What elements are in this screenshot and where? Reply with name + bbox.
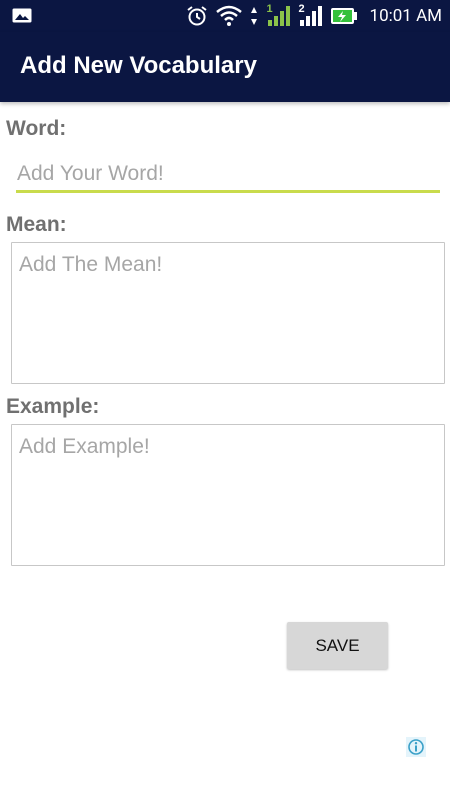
example-textarea[interactable] [11,424,445,566]
ad-info-button[interactable] [406,737,426,757]
page-title: Add New Vocabulary [20,52,257,79]
example-label: Example: [6,395,100,418]
sim1-label: 1 [266,3,273,15]
signal-sim1-icon: 1 [266,3,290,27]
clock: 10:01 AM [369,6,442,26]
battery-charging-icon [330,8,357,24]
sim2-label: 2 [298,3,305,15]
info-icon [408,739,424,755]
word-input[interactable] [16,157,440,193]
app-bar: Add New Vocabulary [0,32,450,102]
wifi-icon [215,5,242,26]
word-label: Word: [6,117,67,140]
data-transfer-icon [250,7,257,25]
status-bar: 1 2 10:01 AM [0,0,450,32]
alarm-icon [186,6,207,26]
image-icon [12,8,32,23]
mean-textarea[interactable] [11,242,445,384]
save-button[interactable]: SAVE [287,622,388,669]
mean-label: Mean: [6,213,67,236]
signal-sim2-icon: 2 [298,3,322,27]
status-icons: 1 2 10:01 AM [186,3,442,28]
